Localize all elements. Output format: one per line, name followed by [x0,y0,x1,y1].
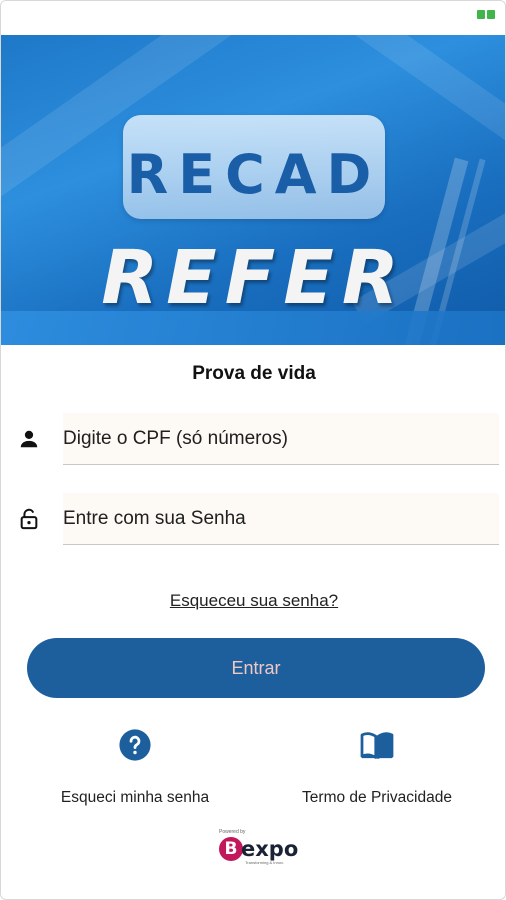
app-frame: RECAD REFER Prova de vida Esqueceu sua s… [0,0,506,900]
lock-icon [15,505,43,533]
password-field [15,493,499,545]
cpf-input[interactable] [63,413,499,464]
login-button[interactable]: Entrar [27,638,485,698]
forgot-password-action[interactable]: Esqueci minha senha [45,727,225,807]
privacy-terms-label: Termo de Privacidade [302,789,452,806]
banner-recad: RECAD [126,143,382,206]
bexpo-logo: Powered by B expo Transforming & Innov. [215,829,305,869]
forgot-password-label: Esqueci minha senha [60,789,210,806]
help-icon [45,727,225,763]
battery-icon [477,10,495,19]
logo-word: expo [241,837,299,861]
logo-letter: B [219,837,243,861]
banner-refer: REFER [101,235,407,321]
privacy-terms-action[interactable]: Termo de Privacidade [285,727,469,807]
page-title: Prova de vida [192,363,316,384]
header-banner: RECAD REFER [1,35,505,345]
password-input[interactable] [63,493,499,544]
cpf-field [15,413,499,465]
user-icon [15,425,43,453]
book-icon [285,727,469,763]
forgot-password-link[interactable]: Esqueceu sua senha? [1,591,505,611]
powered-by-label: Powered by [219,829,246,835]
logo-tagline: Transforming & Innov. [245,860,284,865]
status-bar [1,1,505,35]
